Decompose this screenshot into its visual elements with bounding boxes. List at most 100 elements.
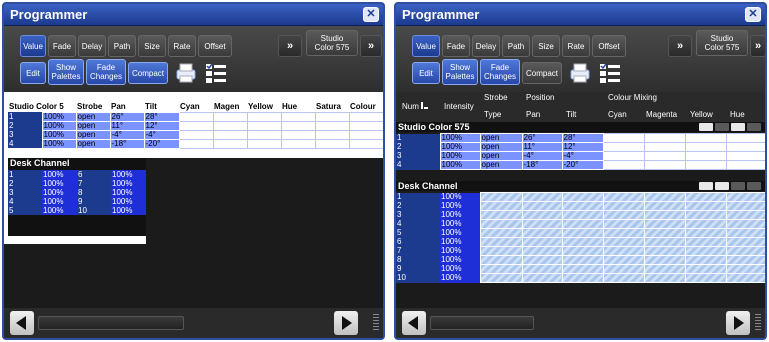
edit-button[interactable]: Edit	[20, 62, 46, 84]
table-row[interactable]: 5 100% 10 100%	[8, 206, 146, 215]
channel-number[interactable]: 8	[77, 188, 111, 197]
column-header[interactable]: Colour	[349, 103, 383, 112]
empty-cell[interactable]	[725, 142, 765, 152]
horizontal-scrollbar[interactable]	[38, 316, 184, 330]
column-header[interactable]: Tilt	[144, 103, 180, 112]
resize-grip-icon[interactable]	[755, 314, 761, 332]
fixture-number[interactable]: 3	[396, 151, 440, 161]
empty-cell[interactable]	[178, 138, 214, 149]
close-icon[interactable]: ✕	[363, 7, 379, 22]
channel-value[interactable]: 100%	[440, 237, 480, 247]
table-row[interactable]: 3 100% open -4° -4°	[8, 129, 383, 140]
empty-cell[interactable]	[602, 142, 645, 152]
empty-cell[interactable]	[725, 133, 765, 143]
empty-cell[interactable]	[246, 129, 282, 140]
channel-value[interactable]: 100%	[111, 179, 146, 188]
empty-cell[interactable]	[348, 111, 383, 122]
empty-cell[interactable]	[178, 120, 214, 131]
table-row[interactable]: 5 100%	[396, 228, 765, 238]
empty-cell[interactable]	[643, 142, 686, 152]
hue-header[interactable]: Hue	[730, 110, 745, 119]
channel-value[interactable]: 100%	[111, 188, 146, 197]
column-header[interactable]: Cyan	[179, 103, 214, 112]
fixture-select-button[interactable]: Studio Color 575	[696, 30, 748, 56]
fixture-number[interactable]: 4	[396, 160, 440, 170]
channel-value[interactable]: 100%	[440, 246, 480, 256]
value-button[interactable]: Value	[412, 35, 440, 57]
table-row[interactable]: 3 100%	[396, 210, 765, 220]
printer-icon[interactable]	[566, 60, 594, 86]
more-fixtures-button[interactable]: »	[360, 35, 382, 57]
fade-changes-button[interactable]: Fade Changes	[480, 59, 520, 85]
fixture-number[interactable]: 1	[8, 112, 42, 121]
intensity-cell[interactable]: 100%	[439, 151, 481, 161]
empty-cell[interactable]	[348, 120, 383, 131]
column-header[interactable]: Yellow	[247, 103, 282, 112]
empty-cell[interactable]	[212, 120, 248, 131]
channel-value[interactable]: 100%	[440, 201, 480, 211]
tilt-cell[interactable]: -20°	[143, 138, 180, 149]
empty-cell[interactable]	[643, 160, 686, 170]
intensity-cell[interactable]: 100%	[439, 133, 481, 143]
strobe-cell[interactable]: open	[479, 133, 523, 143]
empty-cell[interactable]	[246, 120, 282, 131]
intensity-cell[interactable]: 100%	[41, 138, 77, 149]
column-header[interactable]: Strobe	[76, 103, 111, 112]
intensity-header[interactable]: Intensity	[444, 102, 474, 111]
channel-value[interactable]: 100%	[440, 255, 480, 265]
channel-value[interactable]: 100%	[440, 228, 480, 238]
collapse-icon[interactable]	[747, 123, 761, 131]
compact-sheet[interactable]: Studio Color 5 Strobe Pan Tilt Cyan Mage…	[4, 92, 383, 308]
empty-cell[interactable]	[280, 129, 316, 140]
intensity-cell[interactable]: 100%	[41, 111, 77, 122]
empty-cell[interactable]	[602, 133, 645, 143]
fade-button[interactable]: Fade	[48, 35, 76, 57]
channel-value[interactable]: 100%	[440, 264, 480, 274]
empty-cell[interactable]	[212, 129, 248, 140]
size-button[interactable]: Size	[138, 35, 166, 57]
fixture-number[interactable]: 1	[396, 133, 440, 143]
rate-button[interactable]: Rate	[168, 35, 196, 57]
empty-cell[interactable]	[178, 111, 214, 122]
channel-number[interactable]: 2	[396, 201, 440, 211]
column-header[interactable]: Studio Color 5	[8, 103, 77, 112]
table-row[interactable]: 2 100% open 11° 12°	[396, 142, 765, 152]
table-row[interactable]: 1 100% open 26° 28°	[8, 111, 383, 122]
channel-number[interactable]: 10	[396, 273, 440, 283]
pan-cell[interactable]: 11°	[521, 142, 563, 152]
channel-value[interactable]: 100%	[440, 210, 480, 220]
scroll-left-icon[interactable]	[10, 311, 34, 335]
table-row[interactable]: 2 100%	[396, 201, 765, 211]
magenta-header[interactable]: Magenta	[646, 110, 677, 119]
channel-number[interactable]: 2	[8, 179, 42, 188]
strobe-header[interactable]: Strobe	[484, 93, 508, 102]
channel-number[interactable]: 5	[396, 228, 440, 238]
tilt-cell[interactable]: 28°	[561, 133, 604, 143]
column-header[interactable]: Pan	[110, 103, 145, 112]
pan-cell[interactable]: -18°	[521, 160, 563, 170]
type-header[interactable]: Type	[484, 110, 501, 119]
resize-grip-icon[interactable]	[373, 314, 379, 332]
more-button[interactable]: »	[278, 35, 302, 57]
intensity-cell[interactable]: 100%	[439, 142, 481, 152]
offset-button[interactable]: Offset	[592, 35, 626, 57]
empty-cell[interactable]	[314, 129, 350, 140]
strobe-cell[interactable]: open	[75, 138, 111, 149]
empty-cell[interactable]	[280, 120, 316, 131]
table-row[interactable]: 4 100% open -18° -20°	[8, 138, 383, 149]
empty-cell[interactable]	[178, 129, 214, 140]
channel-number[interactable]: 7	[396, 246, 440, 256]
empty-cell[interactable]	[314, 138, 350, 149]
channel-number[interactable]: 9	[77, 197, 111, 206]
intensity-cell[interactable]: 100%	[41, 129, 77, 140]
table-row[interactable]: 1 100%	[396, 192, 765, 202]
fixture-number[interactable]: 2	[396, 142, 440, 152]
channel-number[interactable]: 10	[77, 206, 111, 215]
empty-cell[interactable]	[684, 151, 727, 161]
tilt-cell[interactable]: -20°	[561, 160, 604, 170]
sort-icon[interactable]	[699, 123, 713, 131]
rate-button[interactable]: Rate	[562, 35, 590, 57]
table-row[interactable]: 1 100% 6 100%	[8, 170, 146, 179]
title-bar[interactable]: Programmer ✕	[396, 4, 765, 26]
checklist-icon[interactable]	[202, 60, 230, 86]
